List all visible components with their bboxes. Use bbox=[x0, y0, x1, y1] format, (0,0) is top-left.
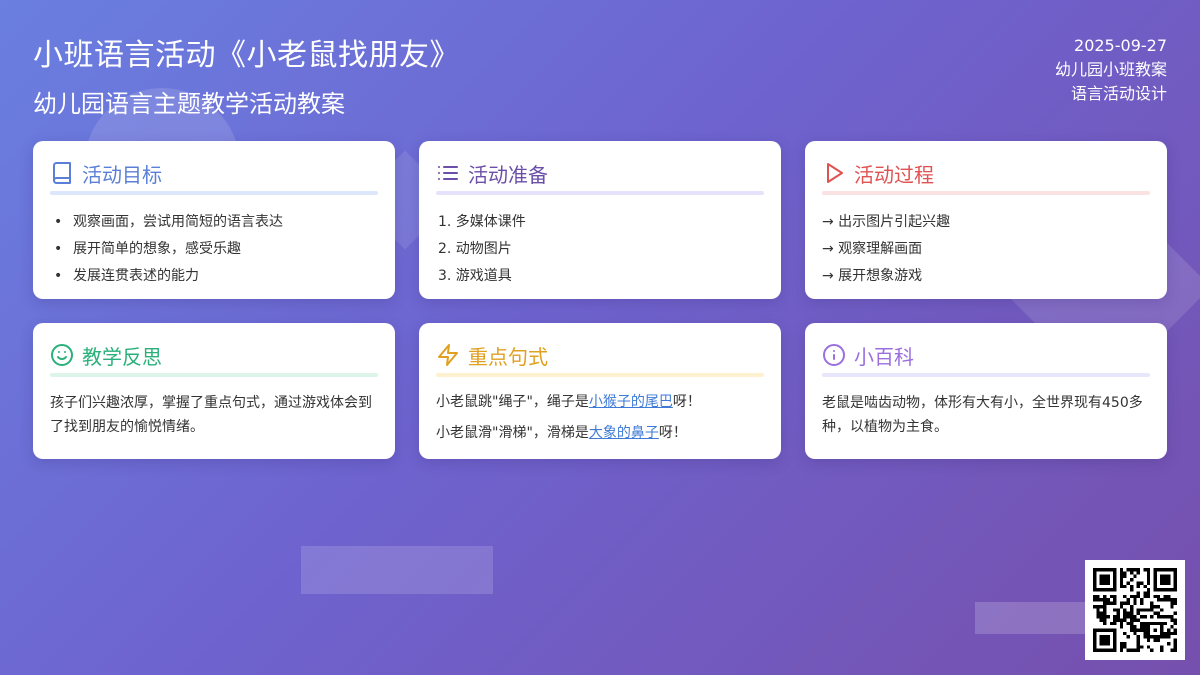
page-meta: 2025-09-27 幼儿园小班教案 语言活动设计 bbox=[1055, 34, 1167, 106]
date-label: 2025-09-27 bbox=[1074, 36, 1167, 55]
card-title-underline bbox=[50, 373, 378, 377]
info-icon bbox=[823, 344, 845, 366]
card-title-underline bbox=[436, 373, 764, 377]
smile-icon bbox=[51, 344, 73, 366]
process-list: → 出示图片引起兴趣 → 观察理解画面 → 展开想象游戏 bbox=[822, 209, 1150, 290]
page-title: 小班语言活动《小老鼠找朋友》 bbox=[33, 38, 460, 73]
decorative-rectangle bbox=[301, 546, 493, 594]
card-activity-process: 活动过程 → 出示图片引起兴趣 → 观察理解画面 → 展开想象游戏 bbox=[805, 141, 1167, 299]
list-icon bbox=[438, 166, 458, 180]
list-item: 2. 动物图片 bbox=[438, 241, 512, 257]
sentence-text: 呀！ bbox=[658, 425, 687, 441]
list-item: 展开简单的想象，感受乐趣 bbox=[50, 236, 378, 263]
meta-category: 幼儿园小班教案 bbox=[1054, 60, 1167, 79]
play-icon bbox=[827, 163, 843, 183]
card-title: 小百科 bbox=[854, 344, 914, 369]
sentence-text: 呀！ bbox=[672, 394, 701, 410]
card-title-underline bbox=[436, 191, 764, 195]
qr-code[interactable] bbox=[1085, 560, 1185, 660]
card-activity-preparation: 活动准备 1. 多媒体课件 2. 动物图片 3. 游戏道具 bbox=[419, 141, 781, 299]
page-subtitle: 幼儿园语言主题教学活动教案 bbox=[33, 90, 345, 118]
sentence-2: 小老鼠滑"滑梯"，滑梯是大象的鼻子呀！ bbox=[436, 418, 764, 449]
qr-code-icon bbox=[1093, 568, 1177, 652]
book-icon bbox=[53, 162, 71, 184]
card-teaching-reflection: 教学反思 孩子们兴趣浓厚，掌握了重点句式，通过游戏体会到了找到朋友的愉悦情绪。 bbox=[33, 323, 395, 459]
sentence-text: 小老鼠滑"滑梯"，滑梯是 bbox=[436, 425, 589, 441]
card-title-underline bbox=[50, 191, 378, 195]
list-item: 发展连贯表述的能力 bbox=[50, 263, 378, 290]
card-key-sentences: 重点句式 小老鼠跳"绳子"，绳子是小猴子的尾巴呀！ 小老鼠滑"滑梯"，滑梯是大象… bbox=[419, 323, 781, 459]
reflection-text: 孩子们兴趣浓厚，掌握了重点句式，通过游戏体会到了找到朋友的愉悦情绪。 bbox=[50, 395, 372, 435]
card-title: 教学反思 bbox=[82, 344, 162, 369]
list-item: 3. 游戏道具 bbox=[438, 268, 512, 284]
card-title-underline bbox=[822, 373, 1150, 377]
list-item: → 观察理解画面 bbox=[822, 241, 923, 257]
prep-list: 1. 多媒体课件 2. 动物图片 3. 游戏道具 bbox=[436, 209, 764, 290]
card-activity-goals: 活动目标 观察画面，尝试用简短的语言表达 展开简单的想象，感受乐趣 发展连贯表述… bbox=[33, 141, 395, 299]
list-item: → 展开想象游戏 bbox=[822, 268, 923, 284]
card-encyclopedia: 小百科 老鼠是啮齿动物，体形有大有小，全世界现有450多种，以植物为主食。 bbox=[805, 323, 1167, 459]
card-title-underline bbox=[822, 191, 1150, 195]
sentence-text: 小老鼠跳"绳子"，绳子是 bbox=[436, 394, 589, 410]
decorative-rectangle-small bbox=[975, 602, 1095, 634]
goals-list: 观察画面，尝试用简短的语言表达 展开简单的想象，感受乐趣 发展连贯表述的能力 bbox=[50, 209, 378, 290]
card-title: 活动过程 bbox=[854, 162, 934, 187]
card-title: 重点句式 bbox=[468, 344, 548, 369]
list-item: 1. 多媒体课件 bbox=[438, 214, 526, 230]
meta-type: 语言活动设计 bbox=[1070, 84, 1167, 103]
card-title: 活动准备 bbox=[468, 162, 548, 187]
list-item: → 出示图片引起兴趣 bbox=[822, 214, 951, 230]
sentence-1: 小老鼠跳"绳子"，绳子是小猴子的尾巴呀！ bbox=[436, 387, 764, 418]
encyclopedia-text: 老鼠是啮齿动物，体形有大有小，全世界现有450多种，以植物为主食。 bbox=[822, 395, 1143, 435]
card-title: 活动目标 bbox=[82, 162, 162, 187]
sentence-link[interactable]: 大象的鼻子 bbox=[589, 425, 659, 441]
sentence-link[interactable]: 小猴子的尾巴 bbox=[589, 394, 673, 410]
bolt-icon bbox=[438, 344, 458, 366]
page-header: 小班语言活动《小老鼠找朋友》 幼儿园语言主题教学活动教案 bbox=[33, 30, 460, 119]
list-item: 观察画面，尝试用简短的语言表达 bbox=[50, 209, 378, 236]
